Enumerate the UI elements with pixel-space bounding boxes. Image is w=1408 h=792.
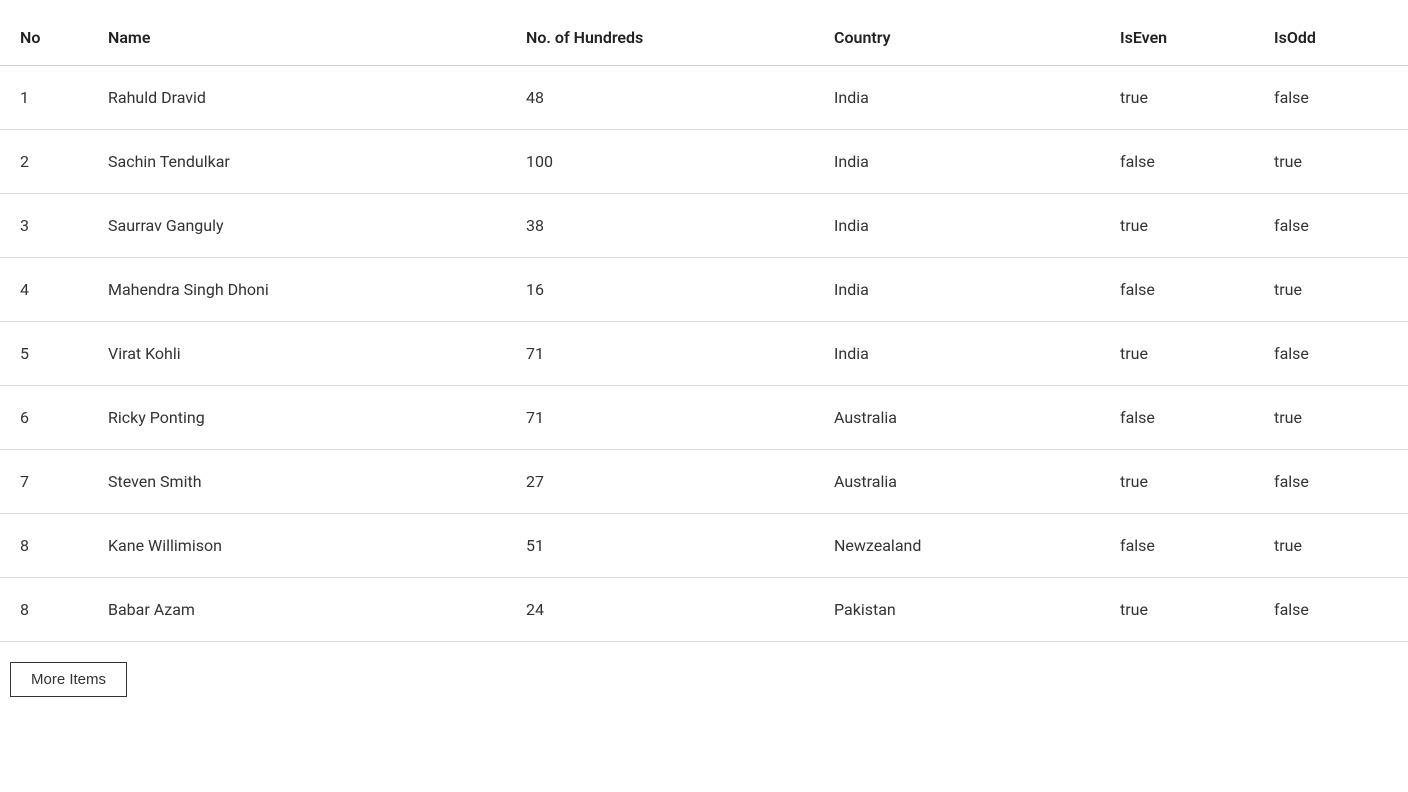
cell-iseven: true (1100, 322, 1254, 386)
cell-hundreds: 27 (506, 450, 814, 514)
cell-iseven: false (1100, 130, 1254, 194)
cell-isodd: true (1254, 130, 1408, 194)
col-header-hundreds: No. of Hundreds (506, 10, 814, 66)
cell-iseven: false (1100, 514, 1254, 578)
cell-country: India (814, 66, 1100, 130)
cell-iseven: true (1100, 450, 1254, 514)
cell-name: Steven Smith (88, 450, 506, 514)
cell-iseven: true (1100, 578, 1254, 642)
cell-country: India (814, 194, 1100, 258)
table-row: 3Saurrav Ganguly38Indiatruefalse (0, 194, 1408, 258)
table-row: 1Rahuld Dravid48Indiatruefalse (0, 66, 1408, 130)
cell-hundreds: 51 (506, 514, 814, 578)
cell-no: 1 (0, 66, 88, 130)
table-header-row: No Name No. of Hundreds Country IsEven I… (0, 10, 1408, 66)
cell-no: 6 (0, 386, 88, 450)
cell-isodd: true (1254, 386, 1408, 450)
col-header-country: Country (814, 10, 1100, 66)
cell-isodd: false (1254, 66, 1408, 130)
cell-hundreds: 38 (506, 194, 814, 258)
cell-name: Ricky Ponting (88, 386, 506, 450)
cell-hundreds: 24 (506, 578, 814, 642)
cell-no: 5 (0, 322, 88, 386)
cell-no: 4 (0, 258, 88, 322)
cell-country: Australia (814, 386, 1100, 450)
cell-country: Pakistan (814, 578, 1100, 642)
cell-name: Babar Azam (88, 578, 506, 642)
more-items-button[interactable]: More Items (10, 662, 127, 697)
cell-hundreds: 48 (506, 66, 814, 130)
cell-name: Kane Willimison (88, 514, 506, 578)
cell-no: 8 (0, 514, 88, 578)
col-header-name: Name (88, 10, 506, 66)
cell-name: Virat Kohli (88, 322, 506, 386)
cell-isodd: false (1254, 322, 1408, 386)
cell-isodd: true (1254, 514, 1408, 578)
table-container: No Name No. of Hundreds Country IsEven I… (0, 0, 1408, 792)
cell-country: Newzealand (814, 514, 1100, 578)
cricket-table: No Name No. of Hundreds Country IsEven I… (0, 10, 1408, 642)
cell-iseven: false (1100, 386, 1254, 450)
cell-isodd: false (1254, 450, 1408, 514)
cell-hundreds: 71 (506, 386, 814, 450)
cell-name: Mahendra Singh Dhoni (88, 258, 506, 322)
cell-name: Sachin Tendulkar (88, 130, 506, 194)
col-header-iseven: IsEven (1100, 10, 1254, 66)
cell-name: Rahuld Dravid (88, 66, 506, 130)
cell-iseven: false (1100, 258, 1254, 322)
cell-iseven: true (1100, 66, 1254, 130)
cell-hundreds: 16 (506, 258, 814, 322)
cell-isodd: false (1254, 578, 1408, 642)
cell-no: 2 (0, 130, 88, 194)
table-row: 2Sachin Tendulkar100Indiafalsetrue (0, 130, 1408, 194)
cell-hundreds: 71 (506, 322, 814, 386)
table-row: 4Mahendra Singh Dhoni16Indiafalsetrue (0, 258, 1408, 322)
table-row: 8Babar Azam24Pakistantruefalse (0, 578, 1408, 642)
cell-isodd: false (1254, 194, 1408, 258)
cell-name: Saurrav Ganguly (88, 194, 506, 258)
col-header-no: No (0, 10, 88, 66)
table-row: 5Virat Kohli71Indiatruefalse (0, 322, 1408, 386)
cell-no: 3 (0, 194, 88, 258)
cell-country: Australia (814, 450, 1100, 514)
cell-country: India (814, 258, 1100, 322)
table-row: 7Steven Smith27Australiatruefalse (0, 450, 1408, 514)
cell-country: India (814, 322, 1100, 386)
cell-iseven: true (1100, 194, 1254, 258)
cell-isodd: true (1254, 258, 1408, 322)
cell-no: 8 (0, 578, 88, 642)
col-header-isodd: IsOdd (1254, 10, 1408, 66)
table-row: 6Ricky Ponting71Australiafalsetrue (0, 386, 1408, 450)
table-row: 8Kane Willimison51Newzealandfalsetrue (0, 514, 1408, 578)
cell-no: 7 (0, 450, 88, 514)
cell-country: India (814, 130, 1100, 194)
cell-hundreds: 100 (506, 130, 814, 194)
